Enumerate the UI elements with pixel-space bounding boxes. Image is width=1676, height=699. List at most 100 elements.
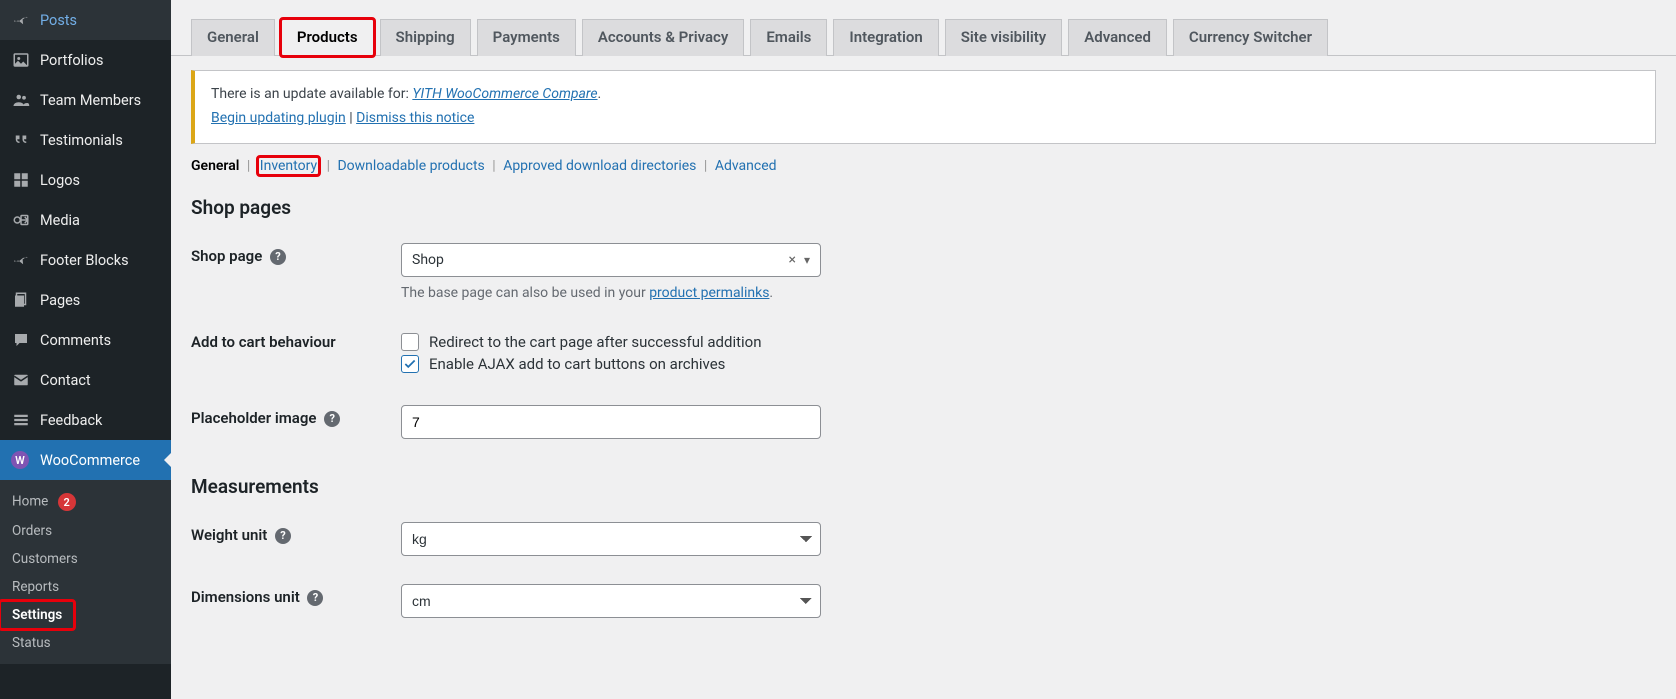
checkbox-redirect[interactable]: Redirect to the cart page after successf… bbox=[401, 333, 1666, 351]
checkbox-label: Enable AJAX add to cart buttons on archi… bbox=[429, 355, 725, 373]
submenu-status[interactable]: Status bbox=[0, 629, 171, 657]
update-notice: There is an update available for: YITH W… bbox=[191, 70, 1656, 144]
menu-label: Logos bbox=[40, 172, 80, 189]
shop-pages-table: Shop page ? Shop × ▾ The base page can a… bbox=[171, 229, 1676, 453]
subtab-advanced[interactable]: Advanced bbox=[715, 158, 777, 174]
field-label-weight-unit: Weight unit bbox=[191, 526, 267, 544]
tab-integration[interactable]: Integration bbox=[833, 19, 938, 56]
woocommerce-icon: W bbox=[10, 449, 32, 471]
pin-icon bbox=[10, 9, 32, 31]
weight-unit-select[interactable]: kg bbox=[401, 522, 821, 556]
submenu-settings[interactable]: Settings bbox=[0, 601, 74, 629]
section-measurements: Measurements bbox=[191, 475, 1676, 498]
grid-icon bbox=[10, 169, 32, 191]
notice-plugin-link[interactable]: YITH WooCommerce Compare bbox=[412, 86, 597, 102]
admin-sidebar: Posts Portfolios Team Members Testimonia… bbox=[0, 0, 171, 699]
menu-label: Comments bbox=[40, 332, 111, 349]
subtab-inventory[interactable]: Inventory bbox=[258, 157, 319, 175]
pin-icon bbox=[10, 249, 32, 271]
tab-advanced[interactable]: Advanced bbox=[1068, 19, 1167, 56]
shop-page-select[interactable]: Shop × ▾ bbox=[401, 243, 821, 277]
submenu-label: Settings bbox=[12, 607, 62, 623]
field-label-add-to-cart: Add to cart behaviour bbox=[191, 333, 336, 351]
subtab-general[interactable]: General bbox=[191, 158, 239, 174]
submenu-label: Home bbox=[12, 494, 48, 510]
menu-testimonials[interactable]: Testimonials bbox=[0, 120, 171, 160]
submenu-customers[interactable]: Customers bbox=[0, 545, 171, 573]
help-icon[interactable]: ? bbox=[307, 590, 323, 606]
help-icon[interactable]: ? bbox=[324, 411, 340, 427]
menu-media[interactable]: Media bbox=[0, 200, 171, 240]
pages-icon bbox=[10, 289, 32, 311]
field-label-dimensions-unit: Dimensions unit bbox=[191, 588, 300, 606]
subtab-approved-directories[interactable]: Approved download directories bbox=[503, 158, 696, 174]
menu-contact[interactable]: Contact bbox=[0, 360, 171, 400]
measurements-table: Weight unit ? kg Dimensions unit ? cm bbox=[171, 508, 1676, 618]
submenu-reports[interactable]: Reports bbox=[0, 573, 171, 601]
placeholder-image-input[interactable] bbox=[401, 405, 821, 439]
settings-main: General Products Shipping Payments Accou… bbox=[171, 0, 1676, 699]
tab-emails[interactable]: Emails bbox=[750, 19, 827, 56]
menu-woocommerce[interactable]: W WooCommerce bbox=[0, 440, 171, 480]
tab-payments[interactable]: Payments bbox=[477, 19, 576, 56]
image-icon bbox=[10, 49, 32, 71]
section-shop-pages: Shop pages bbox=[191, 196, 1676, 219]
tab-shipping[interactable]: Shipping bbox=[380, 19, 471, 56]
submenu-label: Status bbox=[12, 635, 51, 651]
product-permalinks-link[interactable]: product permalinks bbox=[649, 285, 769, 301]
list-icon bbox=[10, 409, 32, 431]
checkbox-ajax[interactable]: Enable AJAX add to cart buttons on archi… bbox=[401, 355, 1666, 373]
media-icon bbox=[10, 209, 32, 231]
tab-accounts-privacy[interactable]: Accounts & Privacy bbox=[582, 19, 745, 56]
dimensions-unit-select[interactable]: cm bbox=[401, 584, 821, 618]
menu-label: Media bbox=[40, 212, 80, 229]
menu-label: WooCommerce bbox=[40, 452, 140, 469]
menu-pages[interactable]: Pages bbox=[0, 280, 171, 320]
subtab-downloadable[interactable]: Downloadable products bbox=[337, 158, 484, 174]
begin-updating-link[interactable]: Begin updating plugin bbox=[211, 110, 346, 126]
menu-label: Posts bbox=[40, 12, 77, 29]
checkbox-icon bbox=[401, 355, 419, 373]
menu-team-members[interactable]: Team Members bbox=[0, 80, 171, 120]
menu-feedback[interactable]: Feedback bbox=[0, 400, 171, 440]
menu-label: Feedback bbox=[40, 412, 102, 429]
count-badge: 2 bbox=[58, 493, 76, 511]
field-label-shop-page: Shop page bbox=[191, 247, 262, 265]
notice-text: There is an update available for: bbox=[211, 86, 412, 102]
product-subtabs: General | Inventory | Downloadable produ… bbox=[191, 158, 1676, 174]
users-icon bbox=[10, 89, 32, 111]
menu-posts[interactable]: Posts bbox=[0, 0, 171, 40]
quote-icon bbox=[10, 129, 32, 151]
woocommerce-submenu: Home 2 Orders Customers Reports Settings… bbox=[0, 480, 171, 664]
clear-icon[interactable]: × bbox=[788, 252, 795, 268]
menu-portfolios[interactable]: Portfolios bbox=[0, 40, 171, 80]
menu-comments[interactable]: Comments bbox=[0, 320, 171, 360]
submenu-home[interactable]: Home 2 bbox=[0, 487, 171, 517]
menu-logos[interactable]: Logos bbox=[0, 160, 171, 200]
select-value: Shop bbox=[412, 252, 444, 268]
menu-footer-blocks[interactable]: Footer Blocks bbox=[0, 240, 171, 280]
tab-site-visibility[interactable]: Site visibility bbox=[945, 19, 1063, 56]
menu-label: Team Members bbox=[40, 92, 141, 109]
tab-products[interactable]: Products bbox=[281, 19, 374, 56]
menu-label: Testimonials bbox=[40, 132, 123, 149]
menu-label: Footer Blocks bbox=[40, 252, 129, 269]
submenu-label: Customers bbox=[12, 551, 78, 567]
submenu-label: Orders bbox=[12, 523, 52, 539]
menu-label: Contact bbox=[40, 372, 91, 389]
shop-page-desc: The base page can also be used in your p… bbox=[401, 285, 1666, 301]
tab-currency-switcher[interactable]: Currency Switcher bbox=[1173, 19, 1328, 56]
checkbox-icon bbox=[401, 333, 419, 351]
help-icon[interactable]: ? bbox=[270, 249, 286, 265]
chevron-down-icon[interactable]: ▾ bbox=[804, 253, 810, 267]
menu-label: Portfolios bbox=[40, 52, 103, 69]
mail-icon bbox=[10, 369, 32, 391]
tab-general[interactable]: General bbox=[191, 19, 275, 56]
help-icon[interactable]: ? bbox=[275, 528, 291, 544]
field-label-placeholder: Placeholder image bbox=[191, 409, 316, 427]
submenu-orders[interactable]: Orders bbox=[0, 517, 171, 545]
checkbox-label: Redirect to the cart page after successf… bbox=[429, 333, 762, 351]
dismiss-notice-link[interactable]: Dismiss this notice bbox=[356, 110, 474, 126]
menu-label: Pages bbox=[40, 292, 80, 309]
submenu-label: Reports bbox=[12, 579, 59, 595]
